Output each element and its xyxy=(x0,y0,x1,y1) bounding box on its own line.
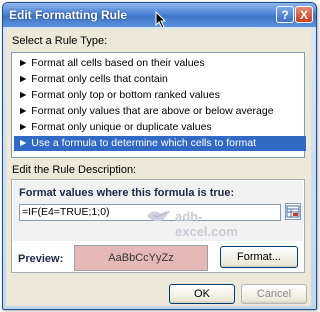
cancel-button[interactable]: Cancel xyxy=(241,284,307,304)
rule-type-item[interactable]: ► Format only top or bottom ranked value… xyxy=(14,88,306,103)
rule-description-label: Edit the Rule Description: xyxy=(12,164,137,176)
rule-type-item[interactable]: ► Format only unique or duplicate values xyxy=(14,120,306,135)
formula-section: Format values where this formula is true… xyxy=(13,181,303,241)
close-button[interactable]: X xyxy=(295,6,313,23)
rule-type-item[interactable]: ► Format only values that are above or b… xyxy=(14,104,306,119)
rule-type-list[interactable]: ► Format all cells based on their values… xyxy=(11,52,306,158)
range-select-icon xyxy=(286,205,300,218)
formula-label: Format values where this formula is true… xyxy=(19,187,235,199)
rule-type-item-selected[interactable]: ► Use a formula to determine which cells… xyxy=(14,136,306,151)
dialog-body: Select a Rule Type: ► Format all cells b… xyxy=(6,29,311,306)
help-button[interactable]: ? xyxy=(276,6,294,23)
rule-type-label: Select a Rule Type: xyxy=(12,35,108,47)
title-bar[interactable]: Edit Formatting Rule ? X xyxy=(3,3,316,29)
edit-formatting-rule-dialog: Edit Formatting Rule ? X Select a Rule T… xyxy=(2,2,317,310)
watermark-logo-icon xyxy=(147,210,171,222)
dialog-title: Edit Formatting Rule xyxy=(9,8,127,22)
collapse-dialog-button[interactable] xyxy=(285,203,301,220)
format-preview: AaBbCcYyZz xyxy=(74,245,208,271)
mouse-cursor-icon xyxy=(155,11,167,29)
ok-button[interactable]: OK xyxy=(169,284,235,304)
rule-type-item[interactable]: ► Format only cells that contain xyxy=(14,72,306,87)
rule-type-item[interactable]: ► Format all cells based on their values xyxy=(14,56,306,71)
watermark-text: adh-excel.com xyxy=(175,209,238,239)
preview-label: Preview: xyxy=(18,253,64,265)
rule-description-panel: Format values where this formula is true… xyxy=(11,179,305,273)
watermark-logo: adh-excel.com xyxy=(145,208,265,239)
format-button[interactable]: Format... xyxy=(220,246,298,268)
